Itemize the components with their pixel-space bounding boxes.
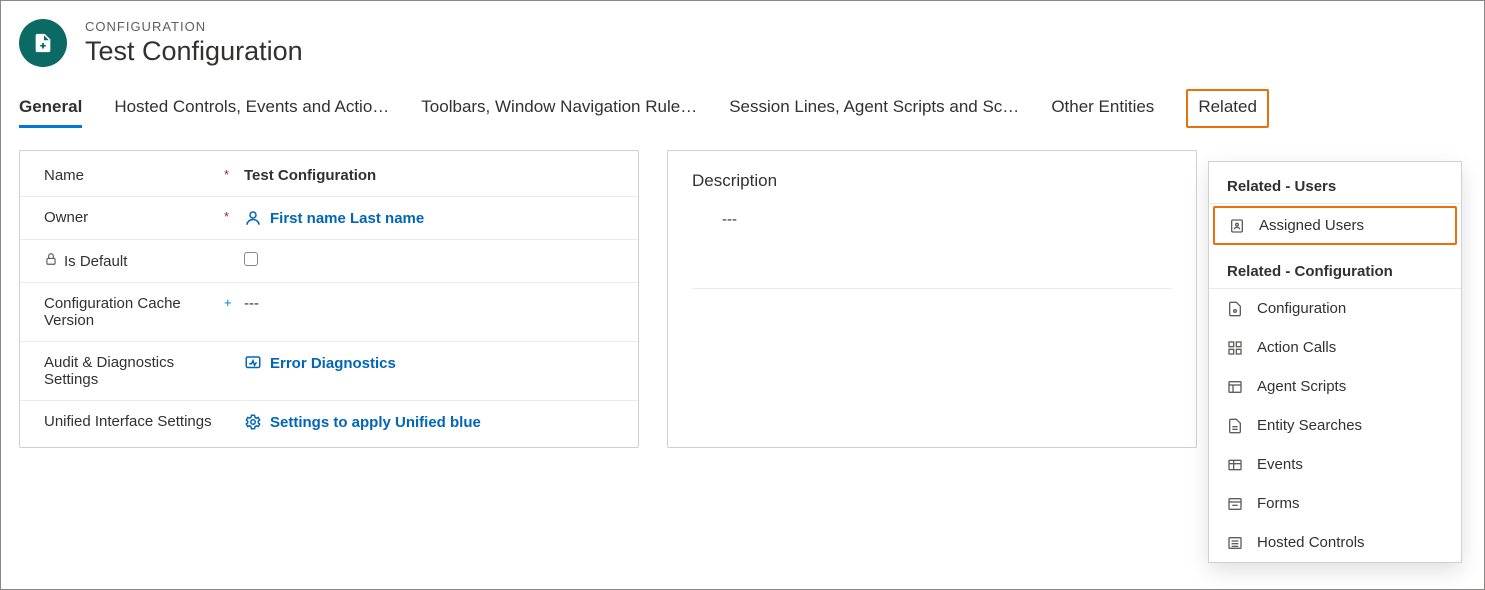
ui-settings-label: Unified Interface Settings (44, 413, 224, 430)
grid-icon (1227, 340, 1243, 356)
layout-icon (1227, 379, 1243, 395)
file-gear-icon (1227, 301, 1243, 317)
lock-icon (44, 252, 58, 270)
related-dropdown: Related - Users Assigned Users Related -… (1208, 161, 1462, 563)
description-label: Description (668, 155, 1196, 191)
owner-label: Owner (44, 209, 224, 226)
divider (692, 288, 1172, 289)
diagnostics-icon (244, 354, 262, 372)
related-agent-scripts[interactable]: Agent Scripts (1209, 367, 1461, 406)
tab-hosted-controls[interactable]: Hosted Controls, Events and Actio… (114, 89, 389, 128)
tab-session-lines[interactable]: Session Lines, Agent Scripts and Sc… (729, 89, 1019, 128)
owner-field[interactable]: First name Last name (244, 209, 614, 227)
related-group-users-title: Related - Users (1209, 162, 1461, 204)
configuration-icon (19, 19, 67, 67)
related-forms[interactable]: Forms (1209, 484, 1461, 523)
name-label: Name (44, 167, 224, 184)
tab-related[interactable]: Related (1186, 89, 1269, 128)
related-group-config-title: Related - Configuration (1209, 247, 1461, 289)
ui-settings-field[interactable]: Settings to apply Unified blue (244, 413, 614, 431)
related-action-calls[interactable]: Action Calls (1209, 328, 1461, 367)
document-icon (1227, 418, 1243, 434)
related-configuration[interactable]: Configuration (1209, 289, 1461, 328)
is-default-field (244, 252, 614, 266)
required-marker: * (224, 167, 236, 182)
is-default-label: Is Default (44, 252, 224, 270)
breadcrumb: CONFIGURATION (85, 19, 303, 34)
cache-version-label: Configuration Cache Version (44, 295, 224, 329)
table-icon (1227, 457, 1243, 473)
is-default-checkbox (244, 252, 258, 266)
required-marker: * (224, 209, 236, 224)
tab-toolbars[interactable]: Toolbars, Window Navigation Rule… (421, 89, 697, 128)
page-header: CONFIGURATION Test Configuration (1, 1, 1484, 77)
general-panel: Name * Test Configuration Owner * First … (19, 150, 639, 448)
audit-settings-field[interactable]: Error Diagnostics (244, 354, 614, 372)
settings-icon (244, 413, 262, 431)
tab-general[interactable]: General (19, 89, 82, 128)
list-icon (1227, 535, 1243, 551)
audit-settings-link[interactable]: Error Diagnostics (270, 355, 396, 372)
person-icon (244, 209, 262, 227)
user-settings-icon (1229, 218, 1245, 234)
page-title: Test Configuration (85, 36, 303, 67)
name-field[interactable]: Test Configuration (244, 167, 614, 184)
related-assigned-users[interactable]: Assigned Users (1213, 206, 1457, 245)
owner-link[interactable]: First name Last name (270, 210, 424, 227)
related-entity-searches[interactable]: Entity Searches (1209, 406, 1461, 445)
related-events[interactable]: Events (1209, 445, 1461, 484)
form-icon (1227, 496, 1243, 512)
tab-other-entities[interactable]: Other Entities (1051, 89, 1154, 128)
cache-version-field[interactable]: --- (244, 295, 614, 312)
recommended-marker: + (224, 295, 236, 310)
description-field[interactable]: --- (668, 191, 1196, 248)
related-hosted-controls[interactable]: Hosted Controls (1209, 523, 1461, 562)
tab-bar: General Hosted Controls, Events and Acti… (1, 89, 1484, 128)
ui-settings-link[interactable]: Settings to apply Unified blue (270, 414, 481, 431)
audit-settings-label: Audit & Diagnostics Settings (44, 354, 224, 388)
description-panel: Description --- (667, 150, 1197, 448)
